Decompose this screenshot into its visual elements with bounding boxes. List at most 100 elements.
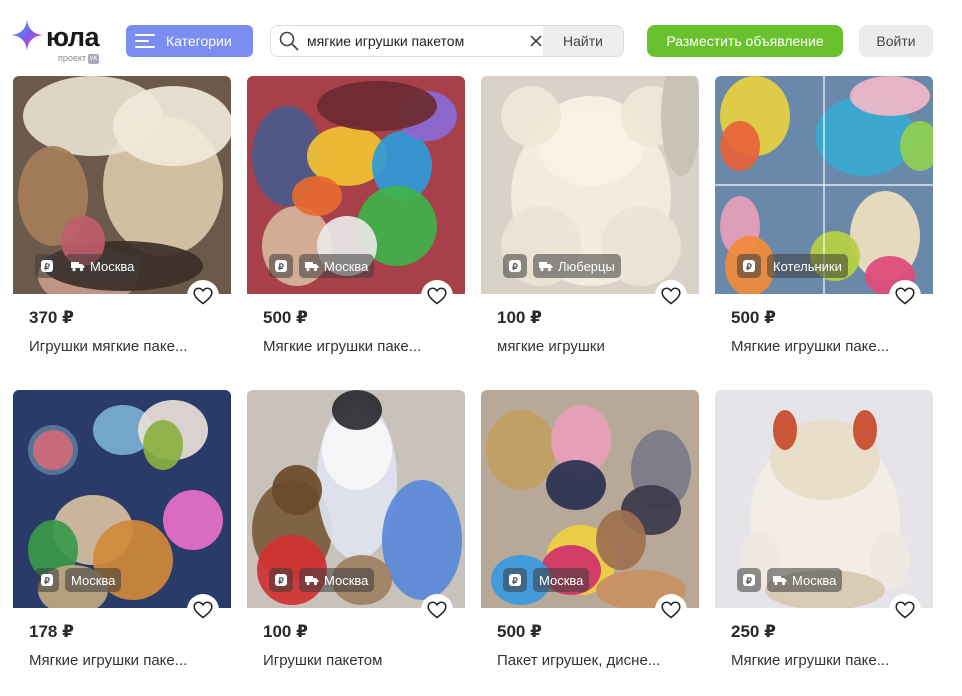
location-text: Москва	[90, 258, 135, 274]
secure-deal-icon: ₽	[743, 574, 755, 586]
logo-sub-text: проект	[58, 53, 87, 63]
heart-icon	[895, 287, 915, 305]
heart-icon	[193, 287, 213, 305]
listing-card[interactable]: ₽ Москва 370 ₽ Игрушки мягкие паке...	[13, 76, 231, 376]
heart-icon	[427, 287, 447, 305]
hamburger-icon	[135, 34, 155, 48]
listing-price: 500 ₽	[731, 308, 776, 327]
delivery-truck-icon	[773, 575, 787, 585]
listing-title[interactable]: Пакет игрушек, дисне...	[497, 652, 660, 669]
location-badge: Люберцы	[533, 254, 621, 278]
favorite-button[interactable]	[187, 594, 219, 626]
location-text: Москва	[324, 572, 369, 588]
favorite-button[interactable]	[655, 280, 687, 312]
listing-card[interactable]: ₽ Москва 250 ₽ Мягкие игрушки паке...	[715, 390, 933, 690]
secure-deal-badge: ₽	[503, 568, 527, 592]
location-badge: Москва	[65, 568, 122, 592]
heart-icon	[895, 601, 915, 619]
favorite-button[interactable]	[421, 280, 453, 312]
location-badge: Москва	[65, 254, 141, 278]
listing-photo[interactable]: ₽ Москва	[715, 390, 933, 608]
listing-card[interactable]: ₽ Москва 500 ₽ Пакет игрушек, дисне...	[481, 390, 699, 690]
listing-card[interactable]: ₽ Москва 178 ₽ Мягкие игрушки паке...	[13, 390, 231, 690]
search-button[interactable]: Найти	[543, 26, 623, 56]
listing-title[interactable]: Мягкие игрушки паке...	[731, 338, 889, 355]
listing-badges: ₽ Москва	[269, 568, 375, 592]
secure-deal-icon: ₽	[275, 574, 287, 586]
listing-card[interactable]: ₽ Люберцы 100 ₽ мягкие игрушки	[481, 76, 699, 376]
favorite-button[interactable]	[889, 594, 921, 626]
svg-text:₽: ₽	[746, 262, 752, 272]
listing-badges: ₽ Котельники	[737, 254, 848, 278]
favorite-button[interactable]	[889, 280, 921, 312]
listing-photo[interactable]: ₽ Москва	[247, 390, 465, 608]
listing-price: 500 ₽	[497, 622, 542, 641]
listing-card[interactable]: ₽ Москва 100 ₽ Игрушки пакетом	[247, 390, 465, 690]
search-icon	[271, 26, 307, 56]
listing-photo[interactable]: ₽ Люберцы	[481, 76, 699, 294]
listing-title[interactable]: мягкие игрушки	[497, 338, 605, 355]
header: юла проектVK Категории Найти Разместить …	[0, 0, 962, 70]
location-badge: Котельники	[767, 254, 848, 278]
logo-star-icon	[11, 19, 43, 51]
listing-photo[interactable]: ₽ Москва	[13, 390, 231, 608]
login-button[interactable]: Войти	[859, 25, 933, 57]
location-badge: Москва	[299, 254, 375, 278]
location-text: Люберцы	[558, 258, 615, 274]
categories-label: Категории	[166, 33, 232, 49]
listing-photo[interactable]: ₽ Москва	[247, 76, 465, 294]
secure-deal-icon: ₽	[275, 260, 287, 272]
listing-title[interactable]: Мягкие игрушки паке...	[263, 338, 421, 355]
delivery-truck-icon	[539, 261, 553, 271]
secure-deal-badge: ₽	[503, 254, 527, 278]
post-ad-button[interactable]: Разместить объявление	[647, 25, 843, 57]
favorite-button[interactable]	[187, 280, 219, 312]
secure-deal-icon: ₽	[41, 260, 53, 272]
location-text: Москва	[539, 572, 584, 588]
heart-icon	[193, 601, 213, 619]
svg-text:₽: ₽	[44, 576, 50, 586]
listing-title[interactable]: Игрушки мягкие паке...	[29, 338, 187, 355]
listing-badges: ₽ Москва	[35, 254, 141, 278]
logo[interactable]: юла проект VK	[10, 16, 110, 66]
listing-photo[interactable]: ₽ Москва	[13, 76, 231, 294]
location-text: Москва	[792, 572, 837, 588]
secure-deal-icon: ₽	[509, 260, 521, 272]
secure-deal-badge: ₽	[737, 254, 761, 278]
listing-card[interactable]: ₽ Котельники 500 ₽ Мягкие игрушки паке...	[715, 76, 933, 376]
listing-title[interactable]: Игрушки пакетом	[263, 652, 382, 669]
secure-deal-icon: ₽	[509, 574, 521, 586]
listing-title[interactable]: Мягкие игрушки паке...	[29, 652, 187, 669]
logo-subtitle: проект VK	[58, 53, 100, 64]
secure-deal-icon: ₽	[41, 574, 53, 586]
svg-text:₽: ₽	[512, 262, 518, 272]
listing-price: 100 ₽	[497, 308, 542, 327]
listing-badges: ₽ Люберцы	[503, 254, 621, 278]
favorite-button[interactable]	[421, 594, 453, 626]
listing-card[interactable]: ₽ Москва 500 ₽ Мягкие игрушки паке...	[247, 76, 465, 376]
delivery-truck-icon	[71, 261, 85, 271]
listing-photo[interactable]: ₽ Москва	[481, 390, 699, 608]
listing-price: 370 ₽	[29, 308, 74, 327]
listing-photo[interactable]: ₽ Котельники	[715, 76, 933, 294]
listing-badges: ₽ Москва	[503, 568, 590, 592]
search-bar: Найти	[270, 25, 624, 57]
secure-deal-badge: ₽	[737, 568, 761, 592]
delivery-truck-icon	[305, 261, 319, 271]
listing-price: 100 ₽	[263, 622, 308, 641]
svg-text:₽: ₽	[278, 576, 284, 586]
listing-title[interactable]: Мягкие игрушки паке...	[731, 652, 889, 669]
listing-price: 250 ₽	[731, 622, 776, 641]
svg-text:₽: ₽	[278, 262, 284, 272]
listing-price: 178 ₽	[29, 622, 74, 641]
search-input[interactable]	[307, 33, 507, 49]
categories-button[interactable]: Категории	[126, 25, 253, 57]
svg-text:₽: ₽	[746, 576, 752, 586]
secure-deal-icon: ₽	[743, 260, 755, 272]
location-text: Москва	[71, 572, 116, 588]
secure-deal-badge: ₽	[35, 254, 59, 278]
location-badge: Москва	[299, 568, 375, 592]
vk-badge: VK	[88, 53, 100, 64]
heart-icon	[661, 287, 681, 305]
favorite-button[interactable]	[655, 594, 687, 626]
